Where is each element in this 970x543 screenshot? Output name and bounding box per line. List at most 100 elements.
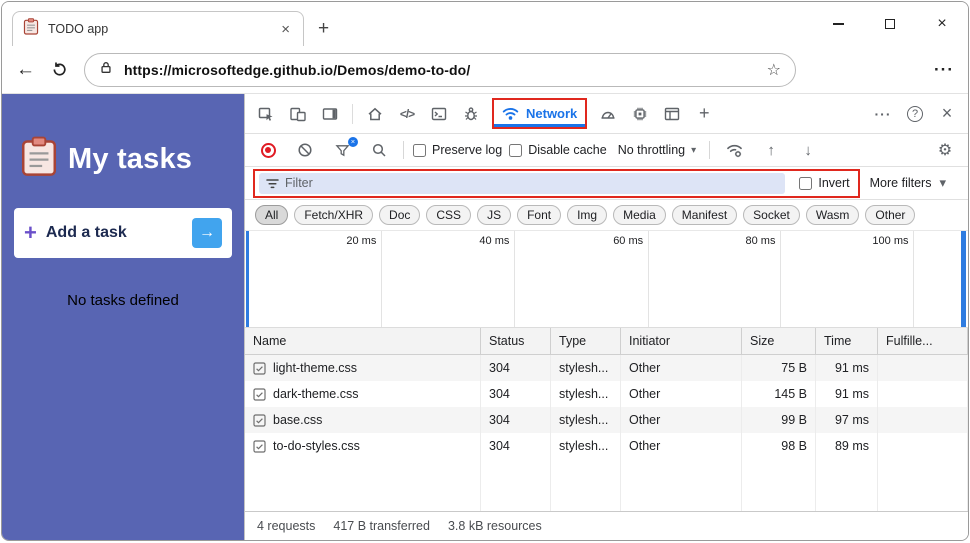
memory-tab[interactable] bbox=[625, 100, 655, 128]
filter-pill-fetch-xhr[interactable]: Fetch/XHR bbox=[294, 205, 373, 225]
request-fulfilled bbox=[878, 433, 968, 459]
tab-close-icon[interactable]: × bbox=[278, 21, 293, 38]
column-header-initiator[interactable]: Initiator bbox=[621, 328, 742, 354]
request-time: 97 ms bbox=[816, 407, 878, 433]
console-icon bbox=[431, 106, 447, 122]
column-header-name[interactable]: Name bbox=[245, 328, 481, 354]
sources-tab[interactable] bbox=[456, 100, 486, 128]
browser-tab[interactable]: TODO app × bbox=[12, 11, 304, 46]
timeline-gridline: 60 ms bbox=[579, 231, 649, 327]
more-tabs-button[interactable]: + bbox=[689, 100, 719, 128]
network-tab-label: Network bbox=[526, 106, 577, 121]
add-task-label: Add a task bbox=[46, 224, 127, 242]
timeline-label: 100 ms bbox=[872, 235, 908, 247]
record-network-log-button[interactable] bbox=[253, 136, 283, 164]
app-window-icon bbox=[664, 106, 680, 122]
new-tab-button[interactable]: + bbox=[318, 18, 329, 40]
filter-input-wrap bbox=[259, 173, 785, 194]
table-row[interactable]: dark-theme.css 304 stylesh... Other 145 … bbox=[245, 381, 968, 407]
column-header-size[interactable]: Size bbox=[742, 328, 816, 354]
browser-menu-button[interactable]: ··· bbox=[934, 60, 954, 80]
request-name: light-theme.css bbox=[273, 355, 357, 381]
console-tab[interactable] bbox=[424, 100, 454, 128]
checkbox-icon[interactable] bbox=[799, 177, 812, 190]
table-row[interactable]: light-theme.css 304 stylesh... Other 75 … bbox=[245, 355, 968, 381]
network-tab[interactable]: Network bbox=[494, 100, 585, 127]
speedometer-icon bbox=[600, 106, 616, 122]
divider bbox=[403, 141, 404, 159]
welcome-tab[interactable] bbox=[360, 100, 390, 128]
close-button[interactable]: × bbox=[916, 2, 968, 46]
preserve-log-checkbox[interactable]: Preserve log bbox=[413, 143, 502, 157]
titlebar: TODO app × + × bbox=[2, 2, 968, 46]
file-icon bbox=[253, 440, 266, 453]
empty-tasks-message: No tasks defined bbox=[2, 292, 244, 309]
filter-pill-doc[interactable]: Doc bbox=[379, 205, 420, 225]
more-filters-dropdown[interactable]: More filters ▾ bbox=[870, 175, 960, 191]
filter-pill-all[interactable]: All bbox=[255, 205, 288, 225]
checkbox-icon[interactable] bbox=[509, 144, 522, 157]
column-header-fulfilled[interactable]: Fulfille... bbox=[878, 328, 968, 354]
filter-pill-font[interactable]: Font bbox=[517, 205, 561, 225]
column-header-type[interactable]: Type bbox=[551, 328, 621, 354]
column-header-status[interactable]: Status bbox=[481, 328, 551, 354]
throttling-dropdown[interactable]: No throttling ▾ bbox=[614, 143, 700, 157]
performance-tab[interactable] bbox=[593, 100, 623, 128]
inspect-element-button[interactable] bbox=[251, 100, 281, 128]
device-emulation-button[interactable] bbox=[283, 100, 313, 128]
maximize-button[interactable] bbox=[864, 2, 916, 46]
request-status: 304 bbox=[481, 433, 551, 459]
table-row[interactable]: base.css 304 stylesh... Other 99 B 97 ms bbox=[245, 407, 968, 433]
filter-pill-media[interactable]: Media bbox=[613, 205, 666, 225]
address-bar[interactable]: https://microsoftedge.github.io/Demos/de… bbox=[84, 53, 796, 87]
filter-input[interactable] bbox=[259, 173, 785, 194]
filter-pill-wasm[interactable]: Wasm bbox=[806, 205, 860, 225]
filter-toggle-button[interactable]: × bbox=[327, 136, 357, 164]
search-icon bbox=[371, 142, 387, 158]
disable-cache-label: Disable cache bbox=[528, 143, 607, 157]
minimize-button[interactable] bbox=[812, 2, 864, 46]
request-status: 304 bbox=[481, 407, 551, 433]
favorite-star-icon[interactable]: ☆ bbox=[767, 60, 781, 80]
add-task-button[interactable]: + Add a task → bbox=[14, 208, 232, 258]
network-conditions-button[interactable] bbox=[719, 136, 749, 164]
filter-pill-css[interactable]: CSS bbox=[426, 205, 471, 225]
filter-pill-js[interactable]: JS bbox=[477, 205, 511, 225]
request-initiator: Other bbox=[621, 433, 742, 459]
home-icon bbox=[367, 106, 383, 122]
table-row[interactable]: to-do-styles.css 304 stylesh... Other 98… bbox=[245, 433, 968, 459]
export-har-button[interactable]: ↓ bbox=[793, 136, 823, 164]
devtools-menu-button[interactable]: ··· bbox=[868, 100, 898, 128]
overview-handle-left[interactable] bbox=[246, 231, 249, 327]
invert-checkbox[interactable]: Invert bbox=[799, 176, 849, 190]
back-button[interactable]: ← bbox=[16, 59, 35, 81]
question-icon: ? bbox=[907, 106, 923, 122]
plus-icon: + bbox=[24, 222, 37, 244]
submit-task-button[interactable]: → bbox=[192, 218, 222, 248]
application-tab[interactable] bbox=[657, 100, 687, 128]
filter-pill-socket[interactable]: Socket bbox=[743, 205, 800, 225]
filter-pill-manifest[interactable]: Manifest bbox=[672, 205, 737, 225]
refresh-button[interactable] bbox=[51, 61, 68, 78]
request-size: 145 B bbox=[742, 381, 816, 407]
import-har-button[interactable]: ↑ bbox=[756, 136, 786, 164]
clear-network-log-button[interactable] bbox=[290, 136, 320, 164]
overview-handle-right[interactable] bbox=[961, 231, 966, 327]
filter-pill-other[interactable]: Other bbox=[865, 205, 915, 225]
column-header-time[interactable]: Time bbox=[816, 328, 878, 354]
filter-pill-img[interactable]: Img bbox=[567, 205, 607, 225]
timeline-gridline: 20 ms bbox=[312, 231, 382, 327]
network-summary-bar: 4 requests 417 B transferred 3.8 kB reso… bbox=[245, 511, 968, 540]
request-size: 98 B bbox=[742, 433, 816, 459]
elements-tab[interactable]: </> bbox=[392, 100, 422, 128]
devtools-close-button[interactable]: × bbox=[932, 100, 962, 128]
help-button[interactable]: ? bbox=[900, 100, 930, 128]
activity-bar-layout-button[interactable] bbox=[315, 100, 345, 128]
network-overview-timeline[interactable]: 20 ms 40 ms 60 ms 80 ms 100 ms bbox=[245, 231, 968, 328]
filter-active-badge: × bbox=[348, 137, 358, 147]
network-settings-button[interactable]: ⚙ bbox=[930, 136, 960, 164]
checkbox-icon[interactable] bbox=[413, 144, 426, 157]
refresh-icon bbox=[51, 61, 68, 78]
disable-cache-checkbox[interactable]: Disable cache bbox=[509, 143, 607, 157]
search-button[interactable] bbox=[364, 136, 394, 164]
